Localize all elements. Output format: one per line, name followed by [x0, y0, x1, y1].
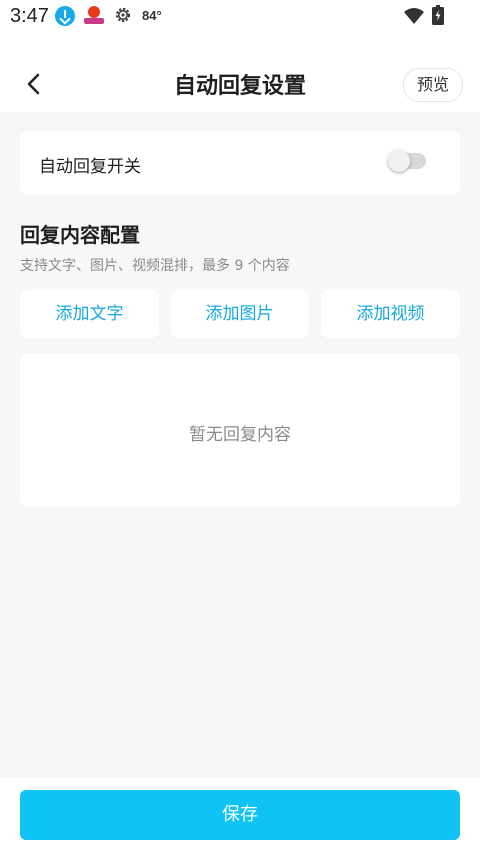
app-notification-icon	[84, 5, 104, 25]
settings-gear-icon	[115, 7, 131, 23]
download-icon	[55, 6, 75, 26]
header-bar: 自动回复设置 预览	[0, 34, 480, 112]
auto-reply-toggle[interactable]	[388, 150, 426, 172]
save-button[interactable]: 保存	[20, 790, 460, 840]
wifi-icon	[404, 8, 424, 24]
toggle-knob	[388, 150, 410, 172]
preview-button[interactable]: 预览	[403, 68, 463, 102]
add-video-button[interactable]: 添加视频	[321, 290, 460, 338]
add-text-button[interactable]: 添加文字	[20, 290, 159, 338]
auto-reply-switch-label: 自动回复开关	[39, 157, 141, 177]
auto-reply-switch-card: 自动回复开关	[20, 131, 460, 195]
empty-state-text: 暂无回复内容	[189, 425, 291, 445]
status-temperature: 84°	[142, 8, 162, 23]
battery-charging-icon	[432, 5, 444, 25]
footer-bar: 保存	[0, 777, 480, 854]
status-bar: 3:47 84°	[0, 0, 480, 34]
reply-content-list: 暂无回复内容	[20, 353, 460, 507]
content-config-title: 回复内容配置	[20, 223, 140, 247]
status-time: 3:47	[10, 5, 49, 27]
content-config-subtitle: 支持文字、图片、视频混排，最多 9 个内容	[20, 258, 290, 274]
add-image-button[interactable]: 添加图片	[170, 290, 309, 338]
